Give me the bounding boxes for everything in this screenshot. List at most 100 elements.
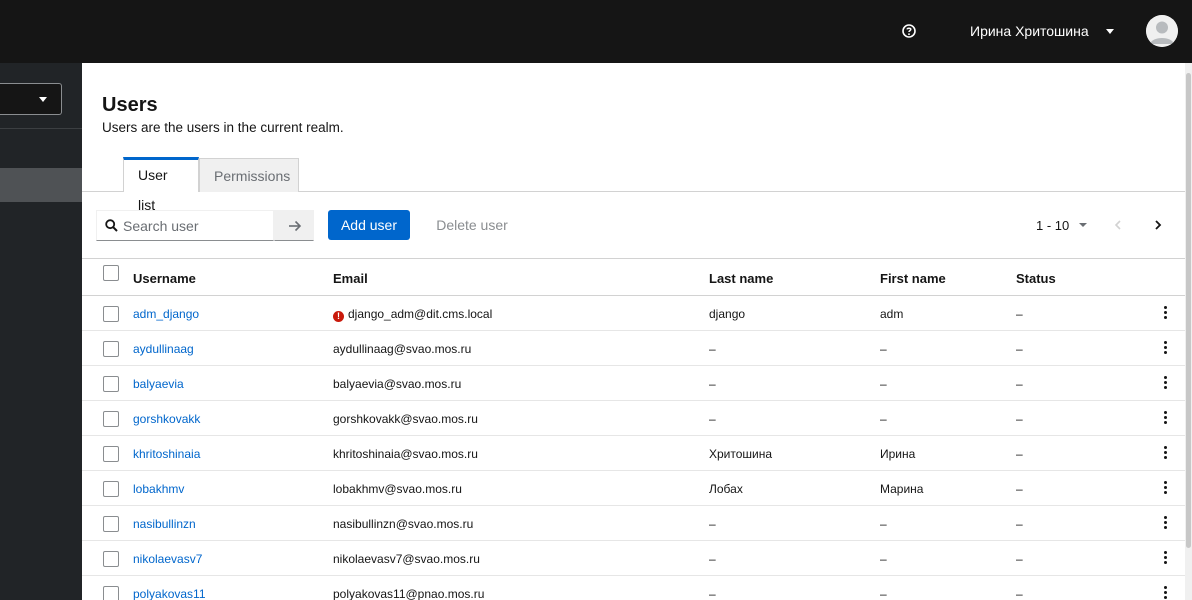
row-checkbox[interactable] <box>103 516 119 532</box>
scrollbar[interactable] <box>1185 63 1192 600</box>
column-header-email[interactable]: Email <box>333 271 368 287</box>
username-link[interactable]: adm_django <box>133 307 199 321</box>
username-link[interactable]: aydullinaag <box>133 342 194 356</box>
column-header-last-name[interactable]: Last name <box>709 271 773 287</box>
last-name-cell: – <box>709 412 716 426</box>
table-row: khritoshinaia khritoshinaia@svao.mos.ru … <box>82 436 1185 471</box>
email-cell: aydullinaag@svao.mos.ru <box>333 342 472 356</box>
column-header-first-name[interactable]: First name <box>880 271 946 287</box>
column-header-status[interactable]: Status <box>1016 271 1056 287</box>
email-cell: polyakovas11@pnao.mos.ru <box>333 587 485 600</box>
username-link[interactable]: khritoshinaia <box>133 447 200 461</box>
add-user-button[interactable]: Add user <box>328 210 410 240</box>
first-name-cell: Марина <box>880 482 924 496</box>
email-cell: khritoshinaia@svao.mos.ru <box>333 447 478 461</box>
tabs: User list Permissions <box>82 157 1185 213</box>
user-avatar-icon[interactable] <box>1146 15 1178 47</box>
table-row: adm_django ! django_adm@dit.cms.local dja… <box>82 296 1185 331</box>
username-link[interactable]: lobakhmv <box>133 482 184 496</box>
sidebar-divider <box>0 128 82 129</box>
username-link[interactable]: balyaevia <box>133 377 184 391</box>
table-row: lobakhmv lobakhmv@svao.mos.ru Лобах Мари… <box>82 471 1185 506</box>
caret-down-icon <box>1079 223 1088 227</box>
status-cell: – <box>1016 587 1023 600</box>
help-circle-icon[interactable] <box>902 24 916 38</box>
caret-down-icon <box>1105 28 1114 34</box>
kebab-menu-icon[interactable] <box>1162 411 1168 427</box>
pagination-toggle[interactable]: 1 - 10 <box>1030 214 1093 236</box>
row-checkbox[interactable] <box>103 551 119 567</box>
table-header: Username Email Last name First name Stat… <box>82 259 1185 296</box>
column-header-username[interactable]: Username <box>133 271 196 287</box>
sidebar <box>0 63 82 600</box>
table-row: nasibullinzn nasibullinzn@svao.mos.ru – … <box>82 506 1185 541</box>
row-checkbox[interactable] <box>103 411 119 427</box>
status-cell: – <box>1016 342 1023 356</box>
kebab-menu-icon[interactable] <box>1162 446 1168 462</box>
last-name-cell: Хритошина <box>709 447 773 461</box>
table-row: aydullinaag aydullinaag@svao.mos.ru – – … <box>82 331 1185 366</box>
username-link[interactable]: gorshkovakk <box>133 412 200 426</box>
first-name-cell: – <box>880 412 887 426</box>
status-cell: – <box>1016 307 1023 321</box>
first-name-cell: Ирина <box>880 447 916 461</box>
chevron-left-icon[interactable] <box>1108 214 1128 236</box>
user-menu-toggle[interactable]: Ирина Хритошина <box>970 22 1114 40</box>
search-submit-button[interactable] <box>274 210 314 241</box>
last-name-cell: – <box>709 342 716 356</box>
sidebar-item-users[interactable] <box>0 168 82 202</box>
row-checkbox[interactable] <box>103 446 119 462</box>
first-name-cell: – <box>880 517 887 531</box>
first-name-cell: – <box>880 587 887 600</box>
email-cell: balyaevia@svao.mos.ru <box>333 377 462 391</box>
table-row: nikolaevasv7 nikolaevasv7@svao.mos.ru – … <box>82 541 1185 576</box>
kebab-menu-icon[interactable] <box>1162 481 1168 497</box>
page-title: Users <box>102 94 158 116</box>
delete-user-button[interactable]: Delete user <box>425 210 519 240</box>
kebab-menu-icon[interactable] <box>1162 551 1168 567</box>
search-input[interactable] <box>123 211 273 240</box>
username-link[interactable]: polyakovas11 <box>133 587 206 600</box>
scrollbar-thumb[interactable] <box>1186 73 1191 548</box>
status-cell: – <box>1016 412 1023 426</box>
kebab-menu-icon[interactable] <box>1162 341 1168 357</box>
kebab-menu-icon[interactable] <box>1162 516 1168 532</box>
row-checkbox[interactable] <box>103 341 119 357</box>
user-name: Ирина Хритошина <box>970 23 1089 39</box>
first-name-cell: – <box>880 552 887 566</box>
caret-down-icon <box>39 97 47 102</box>
search-box <box>96 210 274 241</box>
status-cell: – <box>1016 377 1023 391</box>
kebab-menu-icon[interactable] <box>1162 586 1168 600</box>
kebab-menu-icon[interactable] <box>1162 376 1168 392</box>
username-link[interactable]: nikolaevasv7 <box>133 552 202 566</box>
last-name-cell: – <box>709 552 716 566</box>
row-checkbox[interactable] <box>103 586 119 600</box>
realm-selector[interactable] <box>0 83 62 115</box>
table-row: gorshkovakk gorshkovakk@svao.mos.ru – – … <box>82 401 1185 436</box>
row-checkbox[interactable] <box>103 376 119 392</box>
row-checkbox[interactable] <box>103 481 119 497</box>
first-name-cell: – <box>880 342 887 356</box>
kebab-menu-icon[interactable] <box>1162 306 1168 322</box>
row-checkbox[interactable] <box>103 306 119 322</box>
last-name-cell: django <box>709 307 746 321</box>
username-link[interactable]: nasibullinzn <box>133 517 196 531</box>
tab-user-list[interactable]: User list <box>123 157 199 213</box>
pagination-range: 1 - 10 <box>1036 217 1070 233</box>
status-cell: – <box>1016 552 1023 566</box>
tab-permissions[interactable]: Permissions <box>199 158 299 192</box>
table-row: balyaevia balyaevia@svao.mos.ru – – – <box>82 366 1185 401</box>
last-name-cell: – <box>709 587 716 600</box>
exclamation-circle-icon: ! <box>333 311 344 322</box>
page-description: Users are the users in the current realm… <box>102 120 344 135</box>
email-cell: ! django_adm@dit.cms.local <box>333 307 492 322</box>
last-name-cell: – <box>709 377 716 391</box>
first-name-cell: – <box>880 377 887 391</box>
email-cell: gorshkovakk@svao.mos.ru <box>333 412 478 426</box>
chevron-right-icon[interactable] <box>1148 214 1168 236</box>
status-cell: – <box>1016 482 1023 496</box>
arrow-right-icon <box>289 220 302 232</box>
email-cell: lobakhmv@svao.mos.ru <box>333 482 462 496</box>
select-all-checkbox[interactable] <box>103 265 119 281</box>
